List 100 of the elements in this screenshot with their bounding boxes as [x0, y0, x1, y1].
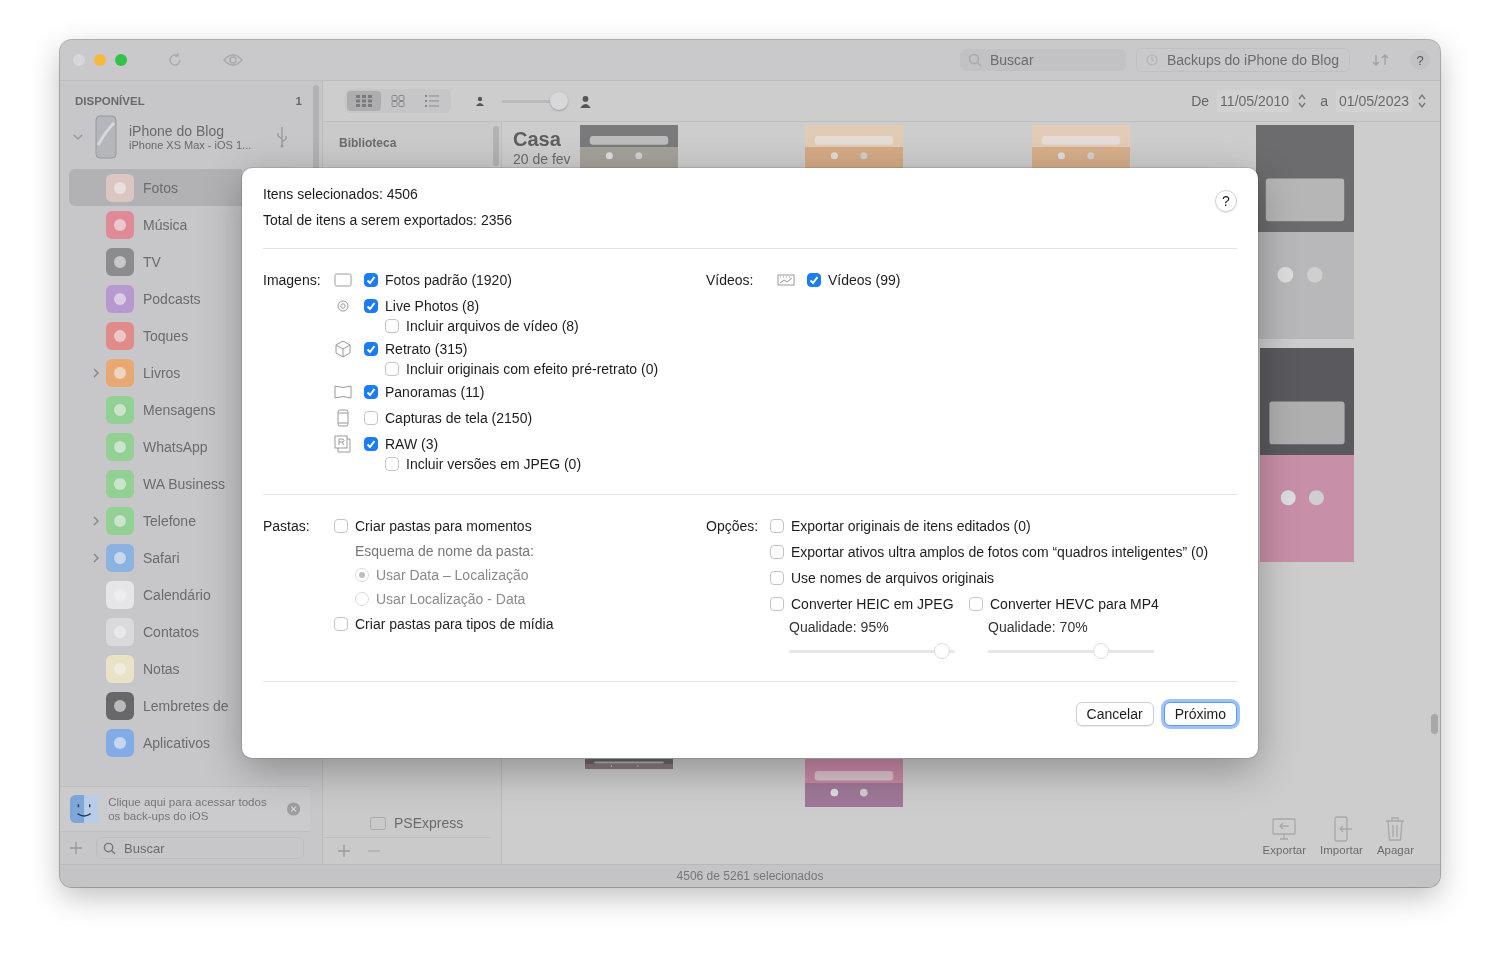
moment-title: Casa — [513, 128, 561, 151]
sidebar-item[interactable]: Livros — [69, 354, 242, 391]
checkbox[interactable] — [385, 362, 399, 376]
checkbox-label[interactable]: Vídeos (99) — [828, 272, 901, 288]
search-field[interactable]: Buscar — [96, 837, 304, 859]
next-button[interactable]: Próximo — [1163, 702, 1237, 726]
person-small-icon — [475, 96, 485, 106]
moment-date: 20 de fev — [513, 151, 571, 167]
device-name[interactable]: iPhone do Blog — [129, 123, 264, 139]
checkbox-label[interactable]: Capturas de tela (2150) — [385, 410, 533, 426]
sidebar-item[interactable]: Toques — [69, 317, 242, 354]
checkbox[interactable] — [770, 597, 784, 611]
grid-icon — [390, 95, 406, 107]
toolbar-button[interactable]: Apagar — [1376, 816, 1414, 856]
refresh-icon[interactable] — [167, 52, 183, 68]
checkbox[interactable] — [807, 273, 821, 287]
chevron-icon[interactable] — [93, 552, 100, 563]
date-field[interactable]: 01/05/2023 — [1335, 90, 1412, 112]
checkbox-label[interactable]: Exportar ativos ultra amplos de fotos com “quadros inteligentes” (0) — [791, 544, 1209, 560]
album-item[interactable]: PSExpress — [323, 815, 491, 838]
checkbox[interactable] — [364, 385, 378, 399]
checkbox-label[interactable]: Converter HEVC para MP4 — [990, 596, 1159, 612]
sidebar-item[interactable]: Safari — [69, 539, 242, 576]
eye-icon[interactable] — [223, 53, 243, 67]
backups-tip[interactable]: Clique aqui para acessar todos os back-ups do iOS — [60, 786, 310, 831]
sidebar-item[interactable]: Telefone — [69, 502, 242, 539]
status-bar: 4506 de 5261 selecionados — [60, 864, 1440, 887]
sidebar-item[interactable]: Podcasts — [69, 280, 242, 317]
sidebar-item[interactable]: Notas — [69, 650, 242, 687]
help-button[interactable]: ? — [1410, 50, 1430, 70]
section-label: Pastas: — [263, 518, 310, 534]
checkbox-label[interactable]: RAW (3) — [385, 436, 439, 452]
checkbox[interactable] — [969, 597, 983, 611]
sidebar-item[interactable]: TV — [69, 243, 242, 280]
sidebar-item[interactable]: Mensagens — [69, 391, 242, 428]
checkbox-label[interactable]: Incluir arquivos de vídeo (8) — [406, 318, 579, 334]
sidebar-item[interactable]: Aplicativos — [69, 724, 242, 761]
minimize-button[interactable] — [94, 54, 106, 66]
checkbox[interactable] — [364, 299, 378, 313]
slider-thumb[interactable] — [933, 643, 950, 659]
chevron-icon[interactable] — [93, 515, 100, 526]
section-label: Imagens: — [263, 272, 321, 288]
add-icon[interactable] — [70, 842, 82, 854]
photo-frame-icon — [334, 271, 352, 289]
slider-thumb[interactable] — [1092, 643, 1109, 659]
section-label: Vídeos: — [706, 272, 754, 288]
sidebar-item[interactable]: Contatos — [69, 613, 242, 650]
sidebar-item[interactable]: WA Business — [69, 465, 242, 502]
checkbox-label[interactable]: Criar pastas para momentos — [355, 518, 532, 534]
checkbox-label[interactable]: Panoramas (11) — [385, 384, 485, 400]
checkbox-label[interactable]: Retrato (315) — [385, 341, 468, 357]
toolbar-button[interactable]: Importar — [1320, 816, 1363, 856]
checkbox[interactable] — [385, 319, 399, 333]
checkbox-label[interactable]: Incluir versões em JPEG (0) — [406, 456, 582, 472]
toolbar-button[interactable]: Exportar — [1262, 816, 1307, 856]
checkbox[interactable] — [770, 545, 784, 559]
zoom-button[interactable] — [115, 54, 127, 66]
date-label: a — [1320, 93, 1328, 109]
sidebar-item[interactable]: Música — [69, 206, 242, 243]
date-field[interactable]: 11/05/2010 — [1217, 90, 1293, 112]
scrollbar-thumb[interactable] — [1430, 714, 1438, 734]
usb-icon — [276, 126, 288, 148]
checkbox-label[interactable]: Criar pastas para tipos de mídia — [355, 616, 554, 632]
checkbox-label[interactable]: Exportar originais de itens editados (0) — [791, 518, 1031, 534]
sidebar-item[interactable]: Calendário — [69, 576, 242, 613]
folder-icon — [370, 816, 386, 830]
checkbox[interactable] — [770, 571, 784, 585]
sidebar-item[interactable]: WhatsApp — [69, 428, 242, 465]
close-icon[interactable] — [286, 802, 300, 816]
cancel-button[interactable]: Cancelar — [1075, 702, 1154, 726]
chevron-icon[interactable] — [73, 133, 83, 141]
library-heading: Biblioteca — [338, 135, 398, 150]
slider-thumb[interactable] — [550, 92, 569, 110]
scrollbar-thumb[interactable] — [493, 126, 499, 166]
sidebar-item[interactable]: Fotos — [69, 169, 242, 206]
list-icon — [424, 95, 440, 107]
checkbox[interactable] — [364, 342, 378, 356]
checkbox[interactable] — [364, 437, 378, 451]
checkbox[interactable] — [334, 519, 348, 533]
stacked-squares-icon — [334, 435, 352, 453]
sort-icon[interactable] — [1372, 54, 1390, 66]
search-field[interactable]: Buscar — [960, 49, 1126, 71]
view-button[interactable] — [347, 91, 381, 111]
checkbox[interactable] — [334, 617, 348, 631]
checkbox-label[interactable]: Use nomes de arquivos originais — [791, 570, 995, 586]
checkbox-label[interactable]: Fotos padrão (1920) — [385, 272, 512, 288]
checkbox[interactable] — [364, 273, 378, 287]
device-model: iPhone XS Max - iOS 1... — [129, 139, 253, 151]
sidebar-item[interactable]: Lembretes de — [69, 687, 242, 724]
checkbox-label[interactable]: Incluir originais com efeito pré-retrato (0) — [406, 361, 659, 377]
checkbox[interactable] — [364, 411, 378, 425]
checkbox[interactable] — [770, 519, 784, 533]
add-icon[interactable] — [338, 845, 350, 857]
checkbox-label[interactable]: Live Photos (8) — [385, 298, 480, 314]
checkbox[interactable] — [385, 457, 399, 471]
backups-field[interactable]: Backups do iPhone do Blog — [1136, 48, 1350, 72]
date-label: De — [1191, 93, 1210, 109]
checkbox-label[interactable]: Converter HEIC em JPEG — [791, 596, 954, 612]
quality-label: Qualidade: 70% — [988, 619, 1089, 635]
chevron-icon[interactable] — [93, 367, 100, 378]
